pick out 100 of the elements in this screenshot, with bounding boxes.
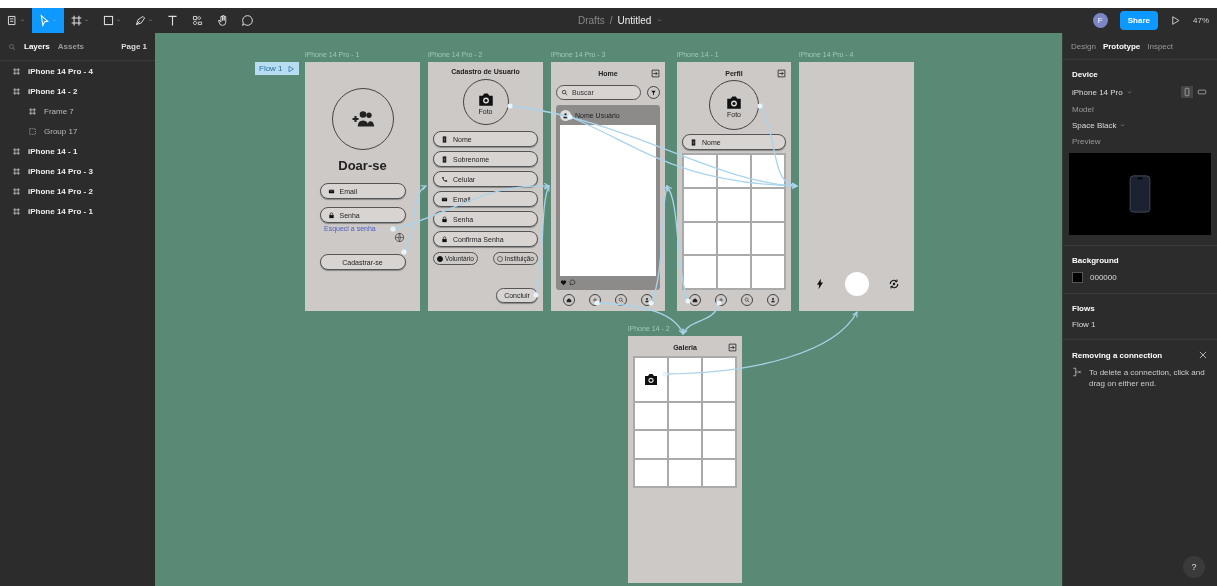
grid-cell[interactable] [718, 222, 750, 255]
hash-icon [12, 206, 21, 216]
present-button[interactable] [1170, 15, 1181, 26]
layer-item[interactable]: iPhone 14 Pro - 2 [0, 181, 155, 201]
grid-cell[interactable] [752, 222, 784, 255]
play-icon [1170, 15, 1181, 26]
app-title: Doar-se [338, 158, 387, 173]
layer-item[interactable]: Group 17 [0, 121, 155, 141]
grid-cell[interactable] [669, 459, 701, 486]
speech-bubble-icon [241, 14, 254, 27]
layer-item[interactable]: Frame 7 [0, 101, 155, 121]
caret-icon [51, 17, 58, 24]
grid-cell[interactable] [684, 256, 716, 288]
caret-icon [1125, 88, 1133, 96]
search-icon [8, 42, 16, 51]
connector-line[interactable] [567, 114, 798, 189]
model-dropdown[interactable]: Space Black [1072, 121, 1208, 130]
connector-line[interactable] [757, 103, 798, 188]
grid-cell[interactable] [703, 459, 735, 486]
layer-item[interactable]: iPhone 14 - 1 [0, 141, 155, 161]
layer-item[interactable]: iPhone 14 - 2 [0, 81, 155, 101]
panel-tab[interactable]: Layers [24, 42, 50, 51]
filter-icon [650, 89, 657, 96]
caret-icon [115, 17, 122, 24]
color-swatch[interactable] [1072, 272, 1083, 283]
heart-icon [560, 279, 567, 286]
panel-tab[interactable]: Assets [57, 42, 85, 51]
globe-icon [394, 232, 405, 243]
orientation-button[interactable] [1181, 86, 1193, 98]
device-dropdown[interactable]: iPhone 14 Pro [1072, 87, 1133, 97]
dashed-square-icon [28, 126, 37, 136]
shutter-button[interactable] [844, 272, 869, 296]
grid-cell[interactable] [684, 188, 716, 221]
close-button[interactable] [1198, 350, 1208, 360]
grid-cell[interactable] [669, 431, 701, 458]
hash-icon [12, 186, 21, 196]
text-tool-icon [166, 14, 179, 27]
flow-label[interactable]: Flow 1 [255, 62, 299, 75]
folder-name[interactable]: Drafts [578, 15, 605, 26]
zoom-menu[interactable]: 47% [1193, 16, 1209, 25]
hash-icon [12, 146, 21, 156]
grid-cell[interactable] [635, 459, 667, 486]
field-label: Model [1072, 105, 1095, 114]
square-icon [102, 14, 115, 27]
connector-line[interactable] [390, 182, 550, 232]
layer-item[interactable]: iPhone 14 Pro - 1 [0, 201, 155, 221]
user-icon [562, 111, 569, 119]
connector-line[interactable] [662, 311, 858, 377]
file-name[interactable]: Untitled [617, 15, 652, 26]
phone-portrait-icon [1182, 87, 1192, 97]
help-button[interactable]: ? [1183, 556, 1205, 578]
grid-cell[interactable] [718, 256, 750, 288]
grid-cell[interactable] [718, 188, 750, 221]
layer-item[interactable]: iPhone 14 Pro - 4 [0, 61, 155, 81]
mail-icon [441, 195, 448, 203]
grid-cell[interactable] [669, 402, 701, 429]
comment-icon [569, 279, 576, 286]
hash-icon [70, 14, 83, 27]
caret-icon [1119, 122, 1127, 129]
grid-cell[interactable] [752, 256, 784, 288]
hash-icon [28, 106, 37, 116]
shapes-icon [191, 14, 204, 27]
grid-cell[interactable] [684, 222, 716, 255]
tip-title: Removing a connection [1072, 350, 1163, 360]
layer-item[interactable]: iPhone 14 Pro - 3 [0, 161, 155, 181]
panel-tab[interactable]: Design [1071, 41, 1096, 51]
grid-cell[interactable] [752, 188, 784, 221]
page-menu[interactable]: Page 1 [121, 42, 147, 51]
connector-line[interactable] [666, 185, 691, 304]
grid-cell[interactable] [703, 358, 735, 401]
grid-cell[interactable] [684, 155, 716, 187]
connector-line[interactable] [533, 185, 551, 298]
id-card-icon [690, 138, 697, 146]
connector-line[interactable] [648, 185, 669, 306]
hand-icon [216, 14, 229, 27]
grid-cell[interactable] [669, 358, 701, 401]
color-value[interactable]: 000000 [1090, 273, 1117, 282]
phone-landscape-icon [1197, 87, 1207, 97]
flow-item[interactable]: Flow 1 [1072, 320, 1208, 329]
grid-cell[interactable] [635, 402, 667, 429]
camera-icon [643, 371, 659, 388]
user-icon [770, 297, 776, 303]
grid-cell[interactable] [635, 431, 667, 458]
panel-tab[interactable]: Inspect [1147, 41, 1174, 51]
plus-icon [592, 297, 598, 303]
grid-cell[interactable] [635, 358, 667, 401]
close-icon [1198, 350, 1208, 360]
panel-tab[interactable]: Prototype [1102, 41, 1141, 51]
caret-icon [147, 17, 154, 24]
search-icon [561, 89, 568, 96]
grid-cell[interactable] [703, 402, 735, 429]
orientation-button[interactable] [1196, 86, 1208, 98]
grid-cell[interactable] [718, 155, 750, 187]
grid-cell[interactable] [703, 431, 735, 458]
exit-icon [651, 68, 660, 78]
tip-text: To delete a connection, click and drag on either end. [1089, 367, 1206, 390]
lock-icon [441, 235, 448, 243]
cursor-icon [38, 14, 51, 27]
exit-icon [777, 68, 786, 78]
section-heading: Flows [1072, 304, 1096, 313]
